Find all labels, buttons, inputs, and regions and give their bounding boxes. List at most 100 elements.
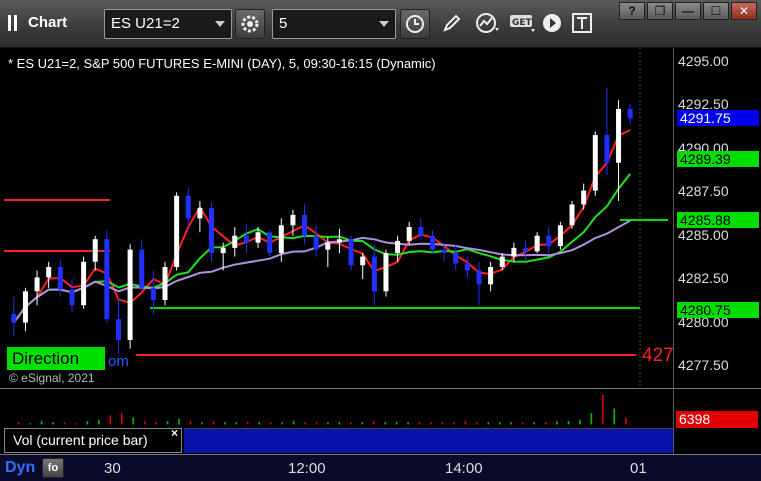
volume-bar: [75, 423, 77, 425]
text-tool-button[interactable]: [568, 9, 598, 39]
volume-bar: [441, 422, 444, 425]
candle-body: [546, 235, 552, 247]
candle-body: [185, 195, 191, 219]
candle-body: [313, 235, 319, 250]
time-tick-label: 12:00: [288, 460, 326, 477]
price-chart[interactable]: [0, 48, 673, 388]
volume-bar: [453, 422, 455, 425]
candle-body: [441, 249, 447, 254]
volume-bar: [189, 421, 192, 425]
candle-body: [569, 204, 575, 226]
candle-body: [627, 108, 633, 119]
volume-bar: [533, 422, 535, 425]
price-tag: 4285.88: [677, 212, 759, 229]
restore-button[interactable]: ❐: [647, 2, 673, 20]
toolbar: Chart ES U21=2 5 GET ? ❐ — ☐ ✕: [0, 0, 761, 48]
time-button[interactable]: [400, 9, 430, 39]
volume-bar: [624, 417, 627, 425]
volume-bar: [109, 415, 112, 425]
candle-body: [453, 253, 459, 264]
volume-bar: [476, 422, 478, 425]
time-tick-label: 30: [104, 460, 121, 477]
price-tag: 4289.39: [677, 151, 759, 168]
price-tick-label: 4285.00: [678, 226, 729, 243]
candle-body: [174, 195, 180, 267]
candle-body: [255, 232, 261, 243]
symbol-value: ES U21=2: [111, 15, 180, 32]
candle-body: [511, 247, 517, 257]
candle-body: [57, 266, 63, 290]
volume-bar: [521, 422, 524, 425]
volume-study-bar: [184, 428, 673, 453]
volume-bar: [327, 422, 329, 425]
volume-bar: [178, 418, 180, 425]
symbol-input[interactable]: ES U21=2: [104, 9, 232, 39]
close-button[interactable]: ✕: [731, 2, 757, 20]
clock-icon: [406, 15, 424, 33]
gear-icon: [241, 15, 259, 33]
candle-body: [139, 249, 145, 288]
volume-bar: [269, 422, 272, 425]
play-button[interactable]: [538, 9, 568, 39]
volume-last-value: 6398: [676, 411, 758, 428]
volume-bar: [567, 421, 570, 425]
candle-body: [581, 190, 587, 205]
settings-button[interactable]: [235, 9, 265, 39]
maximize-button[interactable]: ☐: [703, 2, 729, 20]
candle-body: [290, 214, 296, 226]
volume-bar: [120, 413, 123, 425]
volume-bar: [556, 421, 558, 425]
candle-body: [406, 227, 412, 241]
volume-bar: [17, 422, 20, 425]
volume-close-icon[interactable]: ×: [171, 426, 178, 440]
candle-body: [22, 291, 28, 323]
draw-button[interactable]: [438, 9, 468, 39]
candle-body: [336, 239, 342, 243]
app-title: Chart: [28, 14, 68, 31]
candle-body: [348, 239, 354, 266]
candle-body: [616, 108, 622, 163]
candle-body: [429, 235, 435, 250]
get-data-icon: GET: [510, 15, 535, 32]
volume-bar: [246, 422, 249, 425]
price-tick-label: 4295.00: [678, 53, 729, 69]
pause-icon[interactable]: [8, 15, 20, 31]
chart-description: * ES U21=2, S&P 500 FUTURES E-MINI (DAY)…: [8, 56, 436, 71]
help-button[interactable]: ?: [619, 2, 645, 20]
volume-bar: [384, 422, 387, 425]
price-axis[interactable]: 4295.00 4292.50 4290.00 4287.50 4285.00 4282.…: [673, 48, 761, 388]
get-data-button[interactable]: GET: [506, 9, 536, 39]
volume-bar: [487, 422, 490, 425]
volume-bar: [258, 422, 261, 425]
volume-bar: [155, 422, 157, 425]
volume-bar: [63, 422, 66, 425]
candle-body: [69, 289, 75, 306]
candle-body: [104, 239, 110, 320]
volume-bar: [544, 422, 547, 425]
price-tick-label: 4287.50: [678, 183, 729, 200]
interval-input[interactable]: 5: [272, 9, 396, 39]
volume-bar: [212, 421, 215, 425]
pencil-icon: [443, 14, 461, 32]
candle-body: [232, 235, 238, 248]
volume-bar: [361, 422, 364, 425]
price-tag: 4291.75: [677, 110, 759, 127]
direction-label: Direction: [7, 347, 105, 370]
volume-legend[interactable]: Vol (current price bar): [4, 428, 182, 453]
volume-bar: [304, 422, 306, 425]
chevron-down-icon[interactable]: [215, 21, 225, 27]
chevron-down-icon[interactable]: [379, 21, 389, 27]
price-tick-label: 4282.50: [678, 270, 729, 287]
volume-bar: [201, 422, 203, 425]
dynamic-button[interactable]: fo: [42, 458, 64, 478]
volume-bar: [510, 422, 512, 425]
price-tick-label: 4277.50: [678, 357, 729, 373]
minimize-button[interactable]: —: [675, 2, 701, 20]
volume-bar: [143, 421, 146, 425]
dynamic-label[interactable]: Dyn: [5, 459, 35, 477]
candle-body: [81, 261, 87, 306]
candle-body: [395, 240, 401, 254]
candle-body: [278, 225, 284, 254]
volume-bar: [224, 422, 226, 425]
chart-type-button[interactable]: [472, 9, 502, 39]
